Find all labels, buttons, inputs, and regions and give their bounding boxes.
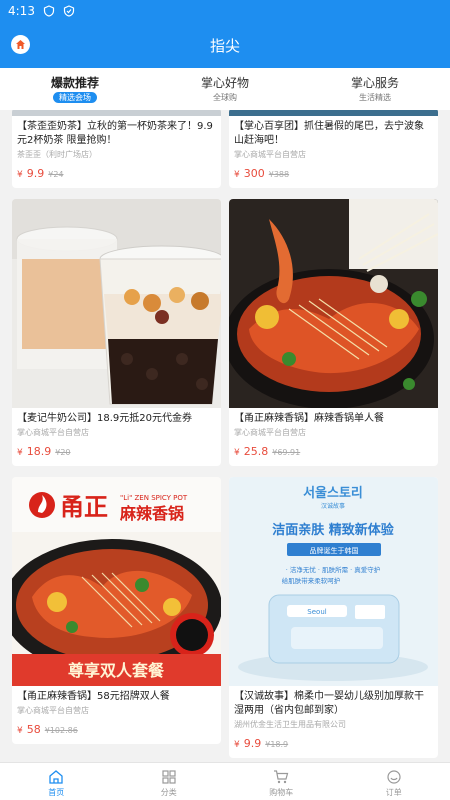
current-price: 25.8	[243, 445, 269, 458]
tab-sublabel: 生活精选	[359, 93, 391, 102]
cart-icon	[274, 770, 289, 784]
poster-banner: 尊享双人套餐	[68, 661, 165, 680]
tab-good-products[interactable]: 掌心好物 全球购	[150, 68, 300, 110]
product-price: ¥25.8 ¥69.91	[229, 438, 438, 466]
product-title: 【麦记牛奶公司】18.9元抵20元代金券	[17, 413, 192, 424]
nav-orders[interactable]: 订单	[338, 763, 450, 800]
poster-features-2: 给肌肤带来柔软呵护	[282, 576, 341, 585]
app-bar: 指尖	[0, 22, 450, 68]
poster-brand-sub: 汉诚故事	[321, 502, 345, 510]
original-price: ¥24	[48, 170, 64, 179]
product-card[interactable]: 甬正 "Li" ZEN SPICY POT 麻辣香锅 尊享双人套餐 【甬正麻辣香…	[12, 477, 221, 744]
product-image	[229, 199, 438, 408]
product-card[interactable]: 【麦记牛奶公司】18.9元抵20元代金券 掌心商城平台自营店 ¥18.9 ¥20	[12, 199, 221, 466]
wet-wipes-poster: 서울스토리 汉诚故事 洁面亲肤 精致新体验 品牌诞生于韩国 · 洁净无忧 · 肌…	[229, 477, 438, 686]
product-shop: 掌心商城平台自营店	[17, 428, 89, 437]
product-title: 【甬正麻辣香锅】麻辣香锅单人餐	[234, 413, 384, 424]
original-price: ¥18.9	[265, 740, 289, 749]
product-shop: 湖州优金生活卫生用品有限公司	[234, 720, 346, 729]
poster-tag: 品牌诞生于韩国	[310, 546, 359, 555]
current-price: 58	[26, 723, 41, 736]
product-card[interactable]: 【甬正麻辣香锅】麻辣香锅单人餐 掌心商城平台自营店 ¥25.8 ¥69.91	[229, 199, 438, 466]
nav-category[interactable]: 分类	[113, 763, 226, 800]
product-price: ¥58 ¥102.86	[12, 716, 221, 744]
poster-dish-name: 麻辣香锅	[119, 504, 184, 523]
currency-symbol: ¥	[234, 170, 240, 180]
spicy-pot-poster: 甬正 "Li" ZEN SPICY POT 麻辣香锅 尊享双人套餐	[12, 477, 221, 686]
current-price: 9.9	[26, 167, 45, 180]
nav-home[interactable]: 首页	[0, 763, 113, 800]
tab-hot-picks[interactable]: 爆款推荐 精选会场	[0, 68, 150, 110]
original-price: ¥69.91	[272, 448, 301, 457]
product-image: 서울스토리 汉诚故事 洁面亲肤 精致新体验 品牌诞生于韩国 · 洁净无忧 · 肌…	[229, 477, 438, 686]
currency-symbol: ¥	[17, 726, 23, 736]
current-price: 18.9	[26, 445, 52, 458]
product-card[interactable]: 【茶歪歪奶茶】立秋的第一杯奶茶来了！9.9元2杯奶茶 限量抢购！ 茶歪歪（利时广…	[12, 110, 221, 188]
poster-features: · 洁净无忧 · 肌肤所需 · 真爱守护	[286, 565, 381, 574]
poster-headline: 洁面亲肤 精致新体验	[272, 522, 395, 538]
original-price: ¥20	[55, 448, 71, 457]
milk-tea-cup-illustration	[12, 199, 221, 408]
original-price: ¥388	[268, 170, 290, 179]
home-icon	[16, 40, 25, 49]
product-card[interactable]: 【掌心百享团】抓住暑假的尾巴，去宁波象山赶海吧！ 掌心商城平台自营店 ¥300 …	[229, 110, 438, 188]
current-price: 9.9	[243, 737, 262, 750]
tab-services[interactable]: 掌心服务 生活精选	[300, 68, 450, 110]
currency-symbol: ¥	[234, 448, 240, 458]
product-price: ¥300 ¥388	[229, 160, 438, 188]
bottom-nav: 首页 分类 购物车 订单	[0, 762, 450, 800]
tab-sublabel: 精选会场	[53, 92, 97, 103]
product-title: 【茶歪歪奶茶】立秋的第一杯奶茶来了！9.9元2杯奶茶 限量抢购！	[17, 121, 213, 146]
original-price: ¥102.86	[44, 726, 78, 735]
poster-korean-brand: 서울스토리	[303, 485, 363, 501]
nav-label: 分类	[160, 788, 177, 797]
product-shop: 掌心商城平台自营店	[234, 428, 306, 437]
product-image	[12, 110, 221, 116]
tab-label: 掌心服务	[350, 76, 399, 90]
status-time: 4:13	[8, 4, 35, 18]
home-button[interactable]	[11, 35, 30, 54]
currency-symbol: ¥	[234, 740, 240, 750]
product-shop: 掌心商城平台自营店	[17, 706, 89, 715]
status-bar: 4:13	[0, 0, 450, 22]
shield-icon	[43, 5, 55, 17]
smile-icon	[387, 770, 401, 784]
poster-english-name: "Li" ZEN SPICY POT	[120, 494, 188, 502]
page-title: 指尖	[209, 36, 240, 55]
product-title: 【汉诚故事】棉柔巾一婴幼儿级别加厚款干湿两用（省内包邮到家）	[234, 691, 424, 716]
product-title: 【掌心百享团】抓住暑假的尾巴，去宁波象山赶海吧！	[234, 121, 424, 146]
tab-sublabel: 全球购	[213, 93, 237, 102]
poster-brand: 甬正	[60, 493, 108, 521]
product-title: 【甬正麻辣香锅】58元招牌双人餐	[17, 691, 170, 702]
product-feed[interactable]: 【茶歪歪奶茶】立秋的第一杯奶茶来了！9.9元2杯奶茶 限量抢购！ 茶歪歪（利时广…	[0, 110, 450, 762]
home-icon	[49, 770, 63, 784]
product-shop: 掌心商城平台自营店	[234, 150, 306, 159]
currency-symbol: ¥	[17, 170, 23, 180]
product-image: 甬正 "Li" ZEN SPICY POT 麻辣香锅 尊享双人套餐	[12, 477, 221, 686]
product-shop: 茶歪歪（利时广场店）	[17, 150, 97, 159]
currency-symbol: ¥	[17, 448, 23, 458]
tab-label: 掌心好物	[200, 76, 249, 90]
shield-check-icon	[63, 5, 75, 17]
current-price: 300	[243, 167, 265, 180]
category-tabs: 爆款推荐 精选会场 掌心好物 全球购 掌心服务 生活精选	[0, 68, 450, 110]
grid-icon	[162, 770, 176, 784]
product-price: ¥9.9 ¥18.9	[229, 730, 438, 758]
product-card[interactable]: 서울스토리 汉诚故事 洁面亲肤 精致新体验 品牌诞生于韩国 · 洁净无忧 · 肌…	[229, 477, 438, 758]
nav-cart[interactable]: 购物车	[225, 763, 338, 800]
product-image	[229, 110, 438, 116]
product-price: ¥9.9 ¥24	[12, 160, 221, 188]
nav-label: 首页	[48, 788, 65, 797]
nav-label: 订单	[385, 788, 402, 797]
product-price: ¥18.9 ¥20	[12, 438, 221, 466]
package-label: Seoul	[307, 608, 326, 616]
spicy-pot-photo	[229, 199, 438, 408]
product-image	[12, 199, 221, 408]
tab-label: 爆款推荐	[50, 76, 99, 90]
nav-label: 购物车	[269, 788, 294, 797]
